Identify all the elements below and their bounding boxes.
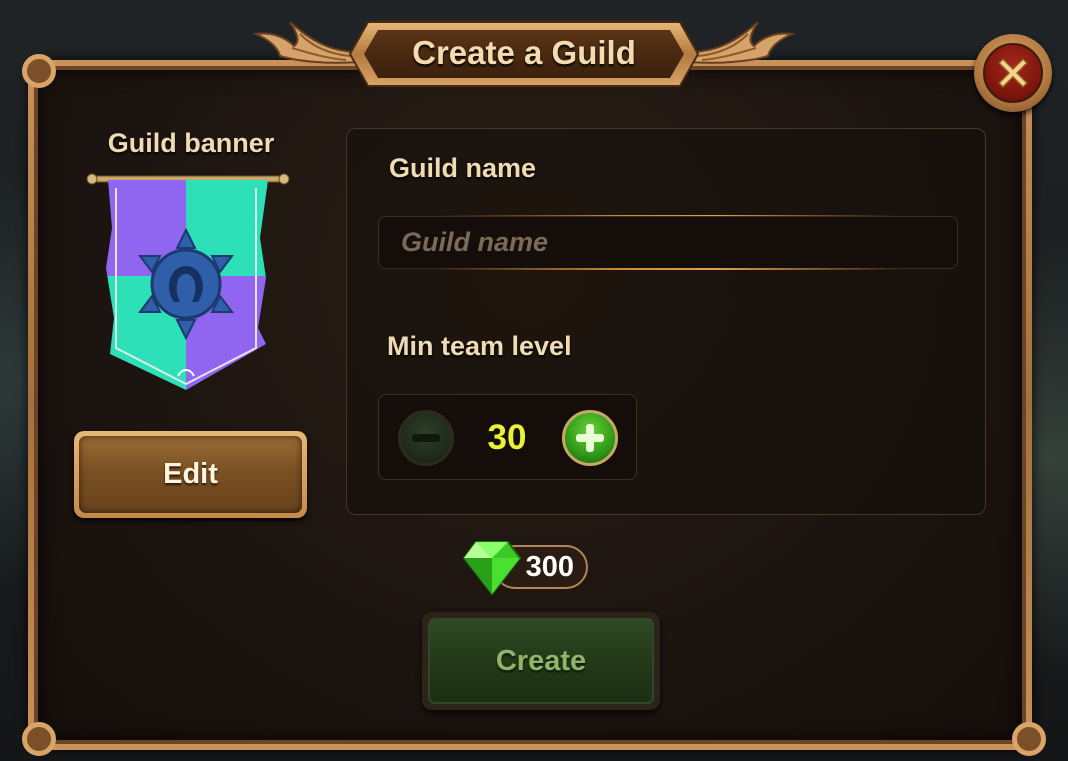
gem-icon [462,541,522,596]
frame-corner-ornament [22,54,56,88]
close-button[interactable] [974,34,1052,112]
wing-left-ornament [252,21,359,64]
decrease-level-button[interactable] [398,410,454,466]
min-level-value: 30 [487,418,527,457]
close-icon [997,57,1029,89]
min-level-label: Min team level [387,331,572,361]
plus-icon [576,424,604,452]
frame-corner-ornament [22,722,56,756]
input-glow [440,268,900,270]
increase-level-button[interactable] [562,410,618,466]
dialog-title: Create a Guild [412,34,636,71]
create-guild-button[interactable]: Create [422,612,660,710]
guild-name-label: Guild name [389,153,537,183]
create-button-label: Create [428,618,654,704]
guild-name-input[interactable] [378,216,958,269]
minus-icon [412,434,440,442]
edit-banner-button[interactable]: Edit [74,431,307,518]
edit-button-label: Edit [79,436,302,513]
banner-label: Guild banner [107,128,275,158]
frame-corner-ornament [1012,722,1046,756]
wing-right-ornament [689,21,796,64]
guild-banner [86,173,290,390]
